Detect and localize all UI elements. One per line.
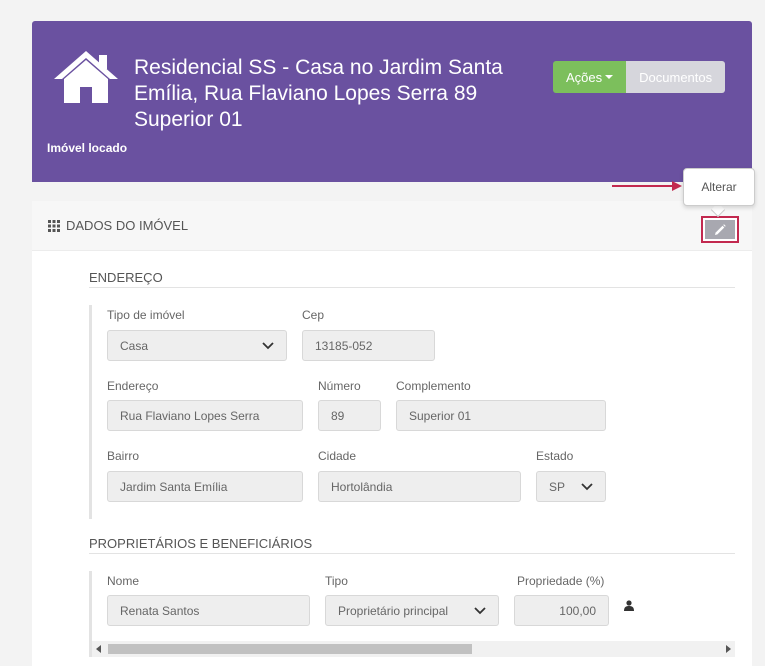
chevron-down-icon xyxy=(474,606,486,614)
ownership-percent-field[interactable]: 100,00 xyxy=(514,595,609,626)
panel-title: DADOS DO IMÓVEL xyxy=(66,218,189,233)
state-value: SP xyxy=(549,479,566,494)
complement-field[interactable]: Superior 01 xyxy=(396,400,606,431)
property-type-select[interactable]: Casa xyxy=(107,330,287,361)
owner-name-label: Nome xyxy=(107,574,140,588)
scroll-right-icon[interactable] xyxy=(726,645,731,653)
state-label: Estado xyxy=(536,449,574,463)
owners-section-title: PROPRIETÁRIOS E BENEFICIÁRIOS xyxy=(89,536,313,551)
owner-type-label: Tipo xyxy=(325,574,348,588)
owner-name-field[interactable]: Renata Santos xyxy=(107,595,310,626)
address-section-divider xyxy=(89,287,735,288)
property-header: Residencial SS - Casa no Jardim Santa Em… xyxy=(32,21,752,182)
property-title: Residencial SS - Casa no Jardim Santa Em… xyxy=(134,56,503,131)
panel-header: DADOS DO IMÓVEL xyxy=(32,201,752,251)
scrollbar-thumb[interactable] xyxy=(108,644,472,654)
edit-button-face xyxy=(705,220,735,239)
address-section-bar xyxy=(89,305,92,519)
annotation-arrow-icon xyxy=(612,181,682,191)
property-data-panel: DADOS DO IMÓVEL ENDEREÇO Tipo de imóvel … xyxy=(32,201,752,666)
ownership-percent-label: Propriedade (%) xyxy=(517,574,605,588)
property-type-value: Casa xyxy=(120,338,149,353)
owners-section-divider xyxy=(89,553,735,554)
number-label: Número xyxy=(318,379,361,393)
address-field[interactable]: Rua Flaviano Lopes Serra xyxy=(107,400,303,431)
edit-tooltip: Alterar xyxy=(683,168,755,206)
cep-field[interactable]: 13185-052 xyxy=(302,330,435,361)
scroll-left-icon[interactable] xyxy=(96,645,101,653)
address-label: Endereço xyxy=(107,379,159,393)
header-button-group: Ações Documentos xyxy=(553,61,726,93)
caret-down-icon xyxy=(605,75,614,79)
neighborhood-label: Bairro xyxy=(107,449,140,463)
city-label: Cidade xyxy=(318,449,357,463)
property-status: Imóvel locado xyxy=(47,141,128,155)
chevron-down-icon xyxy=(262,341,274,349)
state-select[interactable]: SP xyxy=(536,471,606,502)
cep-label: Cep xyxy=(302,308,325,322)
chevron-down-icon xyxy=(581,482,593,490)
documents-button[interactable]: Documentos xyxy=(626,61,726,93)
pencil-icon xyxy=(715,223,726,235)
grid-icon xyxy=(48,220,60,232)
actions-label: Ações xyxy=(566,69,603,85)
person-icon[interactable] xyxy=(624,600,634,611)
neighborhood-field[interactable]: Jardim Santa Emília xyxy=(107,471,303,502)
horizontal-scrollbar[interactable] xyxy=(92,641,735,657)
complement-label: Complemento xyxy=(396,379,471,393)
city-field[interactable]: Hortolândia xyxy=(318,471,521,502)
actions-dropdown-button[interactable]: Ações xyxy=(553,61,627,93)
owner-type-value: Proprietário principal xyxy=(338,603,449,618)
address-section-title: ENDEREÇO xyxy=(89,270,163,285)
home-icon xyxy=(54,51,118,103)
number-field[interactable]: 89 xyxy=(318,400,381,431)
edit-button[interactable] xyxy=(701,216,739,243)
owner-type-select[interactable]: Proprietário principal xyxy=(325,595,499,626)
property-type-label: Tipo de imóvel xyxy=(107,308,185,322)
